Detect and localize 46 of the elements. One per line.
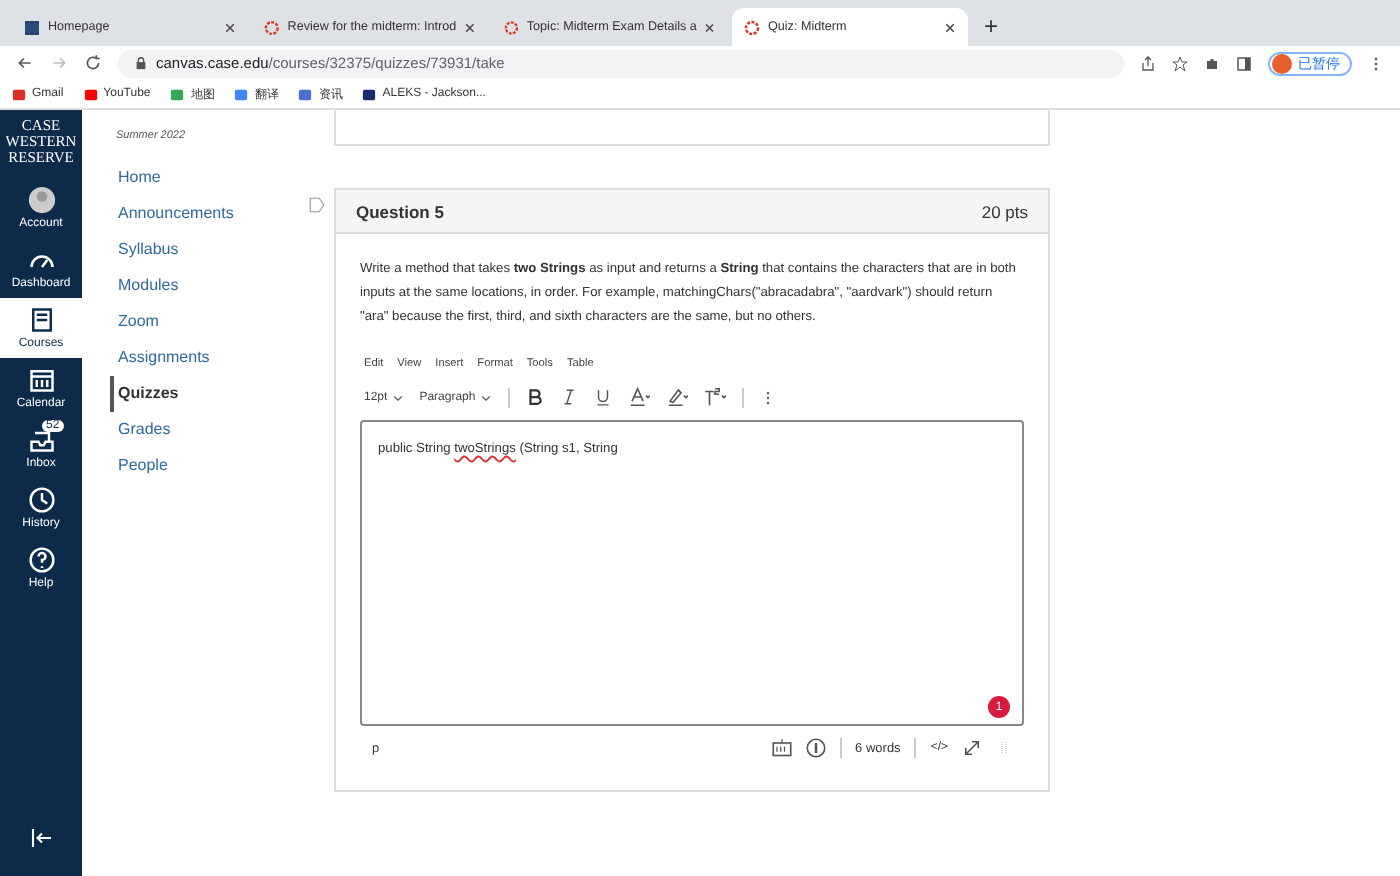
question-title: Question 5 (356, 201, 444, 221)
avatar-icon (1272, 53, 1292, 73)
bold-icon[interactable] (525, 388, 544, 406)
new-tab-button[interactable]: + (972, 12, 1011, 46)
flag-icon[interactable] (308, 196, 326, 214)
clock-icon (27, 486, 55, 514)
resize-handle-icon[interactable] (996, 740, 1012, 756)
chevron-icon (479, 391, 492, 403)
course-nav-link[interactable]: Modules (110, 268, 179, 304)
share-icon[interactable] (1140, 55, 1156, 71)
course-nav-link[interactable]: Assignments (110, 340, 210, 376)
course-nav-link[interactable]: Quizzes (110, 376, 179, 412)
italic-icon[interactable] (559, 388, 578, 406)
points: 20 pts (981, 201, 1028, 221)
calendar-icon (27, 366, 55, 394)
reload-icon[interactable] (84, 54, 102, 72)
text-color-icon[interactable] (627, 386, 650, 408)
course-nav-link[interactable]: Home (110, 160, 161, 196)
course-nav-link[interactable]: Grades (110, 412, 171, 448)
close-icon[interactable] (464, 21, 476, 33)
fullscreen-icon[interactable] (962, 738, 982, 758)
chevron-icon (391, 391, 404, 403)
collapse-icon[interactable] (29, 826, 53, 850)
lock-icon (134, 56, 148, 70)
course-nav-link[interactable]: People (110, 448, 168, 484)
inbox-icon (27, 426, 55, 454)
superscript-icon[interactable] (703, 386, 726, 408)
page-icon (24, 19, 40, 35)
course-nav-link[interactable]: Syllabus (110, 232, 179, 268)
back-icon[interactable] (16, 54, 34, 72)
close-icon[interactable] (224, 21, 236, 33)
star-icon[interactable] (1172, 55, 1188, 71)
help-icon (27, 546, 55, 574)
avatar-icon (27, 186, 55, 214)
ring-icon (264, 19, 280, 35)
ring-icon (744, 19, 760, 35)
sidebar-icon[interactable] (1236, 55, 1252, 71)
highlight-icon[interactable] (665, 386, 688, 408)
course-nav-link[interactable]: Zoom (110, 304, 159, 340)
ring-icon (504, 19, 519, 35)
book-icon (27, 306, 55, 334)
close-icon[interactable] (704, 21, 716, 33)
close-icon[interactable] (944, 21, 956, 33)
underline-icon[interactable] (593, 388, 612, 406)
course-nav-link[interactable]: Announcements (110, 196, 234, 232)
accessibility-icon[interactable] (805, 738, 826, 758)
